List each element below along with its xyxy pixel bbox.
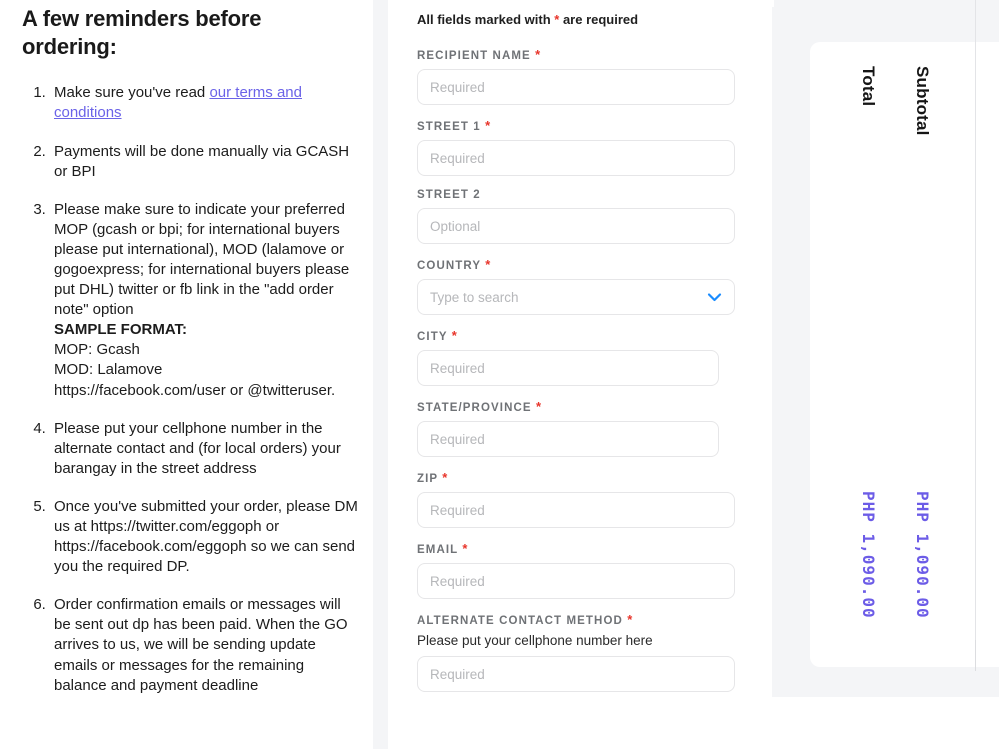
label-text: RECIPIENT NAME — [417, 50, 531, 62]
list-item: Please put your cellphone number in the … — [50, 419, 359, 479]
panel-bottom-area — [772, 697, 999, 749]
field-alternate-contact: ALTERNATE CONTACT METHOD * Please put yo… — [417, 612, 742, 692]
label-street-1: STREET 1 * — [417, 118, 742, 133]
field-state-province: STATE/PROVINCE * Required — [417, 399, 742, 457]
recipient-name-input[interactable]: Required — [417, 69, 735, 105]
order-checkout-screen: A few reminders before ordering: Make su… — [0, 0, 999, 749]
required-asterisk-icon: * — [485, 118, 491, 133]
required-asterisk-icon: * — [442, 470, 448, 485]
label-state-province: STATE/PROVINCE * — [417, 399, 742, 414]
label-text: EMAIL — [417, 544, 459, 556]
label-text: ALTERNATE CONTACT METHOD — [417, 615, 623, 627]
subtotal-value: PHP 1,090.00 — [913, 491, 932, 619]
order-summary-rows: Subtotal PHP 1,090.00 Total PHP 1,090.00 — [810, 42, 999, 667]
sample-line-mop: MOP: Gcash — [54, 341, 140, 359]
list-item: Order confirmation emails or messages wi… — [50, 595, 359, 695]
required-asterisk-icon: * — [451, 328, 457, 343]
label-text: COUNTRY — [417, 260, 481, 272]
city-input[interactable]: Required — [417, 350, 719, 386]
reminder-2-text: Payments will be done manually via GCASH… — [54, 142, 350, 180]
field-country: COUNTRY * Type to search — [417, 257, 742, 315]
required-asterisk-icon: * — [535, 399, 542, 414]
summary-row-subtotal: Subtotal PHP 1,090.00 — [912, 66, 954, 646]
field-email: EMAIL * Required — [417, 541, 742, 599]
required-note-suffix: are required — [559, 12, 639, 27]
field-street-1: STREET 1 * Required — [417, 118, 742, 176]
required-note-prefix: All fields marked with — [417, 12, 555, 27]
reminder-6-text: Order confirmation emails or messages wi… — [54, 596, 348, 694]
zip-input[interactable]: Required — [417, 492, 735, 528]
label-text: CITY — [417, 331, 448, 343]
list-item: Make sure you've read our terms and cond… — [50, 83, 359, 123]
panel-top-notch — [772, 0, 774, 7]
list-item: Payments will be done manually via GCASH… — [50, 142, 359, 182]
reminders-panel: A few reminders before ordering: Make su… — [0, 0, 373, 749]
summary-row-total: Total PHP 1,090.00 — [858, 66, 900, 646]
order-summary-panel: Subtotal PHP 1,090.00 Total PHP 1,090.00 — [772, 0, 999, 749]
placeholder-text: Required — [430, 431, 485, 447]
field-recipient-name: RECIPIENT NAME * Required — [417, 47, 742, 105]
panel-gap-divider — [373, 0, 388, 749]
label-zip: ZIP * — [417, 470, 742, 485]
label-city: CITY * — [417, 328, 742, 343]
placeholder-text: Required — [430, 573, 485, 589]
street-2-input[interactable]: Optional — [417, 208, 735, 244]
alternate-contact-input[interactable]: Required — [417, 656, 735, 692]
label-alternate-contact: ALTERNATE CONTACT METHOD * — [417, 612, 742, 627]
label-text: STREET 1 — [417, 121, 481, 133]
label-country: COUNTRY * — [417, 257, 742, 272]
chevron-down-icon[interactable] — [707, 291, 722, 309]
alternate-contact-help-text: Please put your cellphone number here — [417, 633, 653, 648]
order-summary-card: Subtotal PHP 1,090.00 Total PHP 1,090.00 — [810, 42, 999, 671]
label-text: ZIP — [417, 473, 438, 485]
subtotal-label: Subtotal — [913, 66, 932, 136]
total-value: PHP 1,090.00 — [859, 491, 878, 619]
sample-line-social: https://facebook.com/user or @twitteruse… — [54, 381, 336, 399]
placeholder-text: Required — [430, 150, 485, 166]
street-1-input[interactable]: Required — [417, 140, 735, 176]
reminder-1-prefix: Make sure you've read — [54, 84, 210, 102]
shipping-form: All fields marked with * are required RE… — [388, 0, 772, 692]
required-asterisk-icon: * — [535, 47, 541, 62]
label-email: EMAIL * — [417, 541, 742, 556]
label-text: STREET 2 — [417, 189, 481, 201]
list-item: Once you've submitted your order, please… — [50, 497, 359, 577]
shipping-form-panel: All fields marked with * are required RE… — [388, 0, 772, 749]
placeholder-text: Required — [430, 360, 485, 376]
placeholder-text: Required — [430, 502, 485, 518]
summary-panel-divider — [975, 0, 976, 640]
reminder-4-text: Please put your cellphone number in the … — [54, 419, 341, 477]
field-city: CITY * Required — [417, 328, 742, 386]
field-zip: ZIP * Required — [417, 470, 742, 528]
placeholder-text: Required — [430, 666, 485, 682]
required-asterisk-icon: * — [485, 257, 491, 272]
state-province-input[interactable]: Required — [417, 421, 719, 457]
placeholder-text: Optional — [430, 218, 481, 234]
reminder-3-text: Please make sure to indicate your prefer… — [54, 200, 350, 319]
required-asterisk-icon: * — [462, 541, 468, 556]
reminder-5-text: Once you've submitted your order, please… — [54, 497, 358, 576]
label-street-2: STREET 2 — [417, 189, 742, 201]
sample-format-label: SAMPLE FORMAT: — [54, 321, 188, 339]
total-label: Total — [859, 66, 878, 107]
label-text: STATE/PROVINCE — [417, 402, 532, 414]
placeholder-text: Type to search — [430, 289, 519, 305]
placeholder-text: Required — [430, 79, 485, 95]
country-select[interactable]: Type to search — [417, 279, 735, 315]
list-item: Please make sure to indicate your prefer… — [50, 200, 359, 401]
required-fields-note: All fields marked with * are required — [417, 12, 742, 27]
page-title: A few reminders before ordering: — [22, 6, 262, 60]
label-recipient-name: RECIPIENT NAME * — [417, 47, 742, 62]
required-asterisk-icon: * — [627, 612, 633, 627]
field-street-2: STREET 2 Optional — [417, 189, 742, 244]
sample-line-mod: MOD: Lalamove — [54, 361, 163, 379]
email-input[interactable]: Required — [417, 563, 735, 599]
reminders-list: Make sure you've read our terms and cond… — [0, 83, 373, 695]
